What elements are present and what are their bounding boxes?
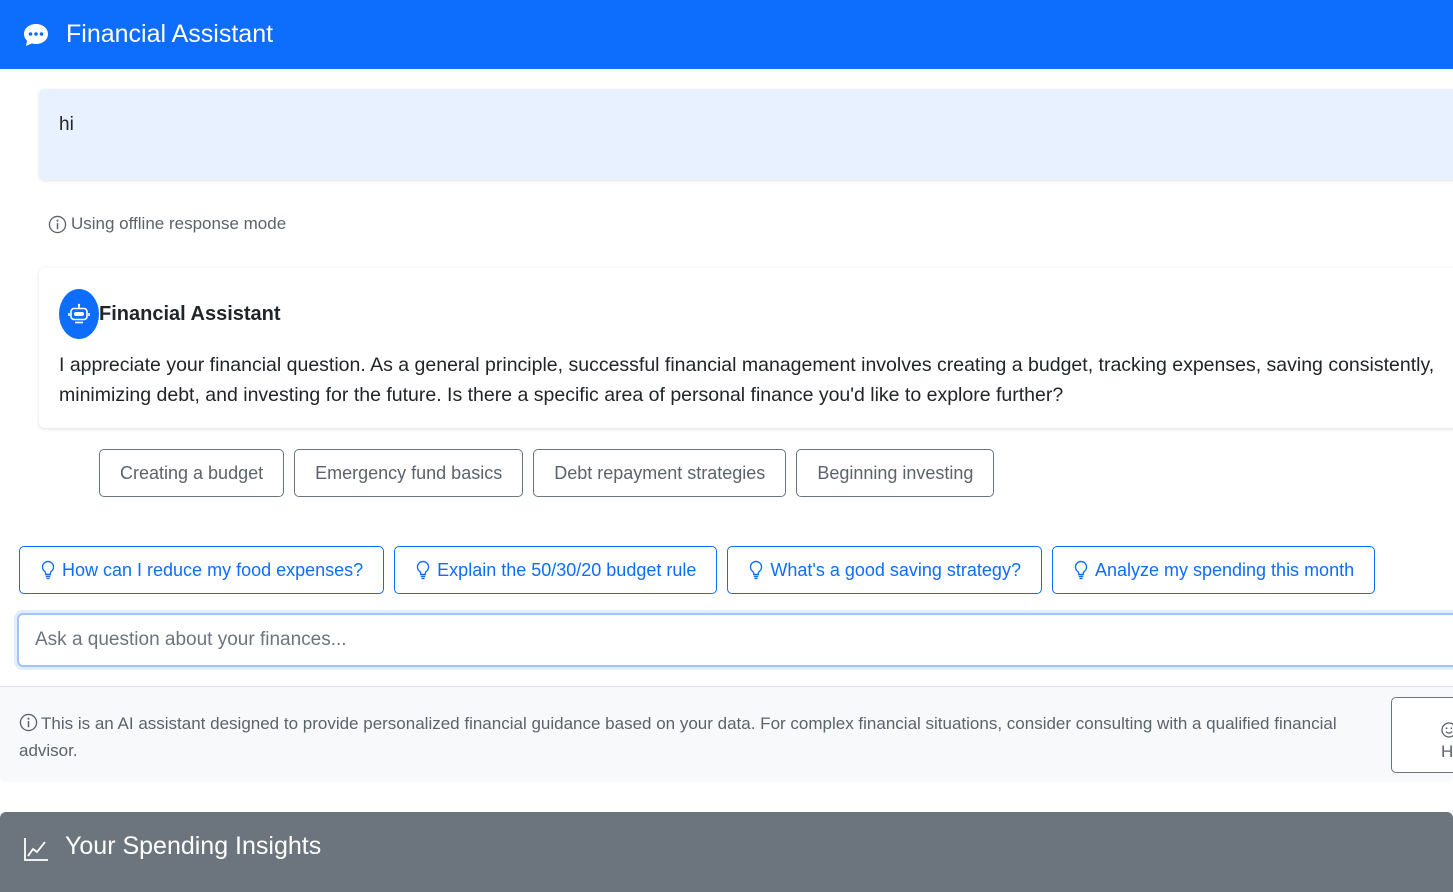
info-circle-icon [48,215,67,233]
lightbulb-icon [750,560,763,580]
info-circle-icon [19,713,38,732]
robot-icon [68,303,90,324]
help-button-label: H [1441,742,1453,761]
topic-button-beginning-investing[interactable]: Beginning investing [796,449,995,497]
assistant-message-text: I appreciate your financial question. As… [59,354,1435,406]
suggestion-buttons: How can I reduce my food expenses? Expla… [19,546,1376,594]
suggestion-button-analyze-spending[interactable]: Analyze my spending this month [1051,546,1376,594]
topic-buttons: Creating a budget Emergency fund basics … [99,449,995,497]
topic-button-creating-budget[interactable]: Creating a budget [99,449,285,497]
help-button[interactable]: H [1391,697,1453,773]
spending-insights-title: Your Spending Insights [65,832,322,860]
lightbulb-icon [416,560,430,580]
assistant-message: Financial Assistant I appreciate your fi… [39,268,1453,428]
suggestion-label: Analyze my spending this month [1094,559,1355,580]
suggestion-button-food-expenses[interactable]: How can I reduce my food expenses? [19,546,385,594]
disclaimer-text: This is an AI assistant designed to prov… [19,714,1337,760]
disclaimer: This is an AI assistant designed to prov… [19,710,1369,764]
footer: This is an AI assistant designed to prov… [0,686,1453,782]
lightbulb-icon [1074,560,1088,580]
topic-button-debt-repayment[interactable]: Debt repayment strategies [533,449,787,497]
notice-text: Using offline response mode [71,214,287,233]
graph-up-icon [24,838,48,861]
app-title: Financial Assistant [66,20,274,48]
chat-dots-icon [22,20,52,50]
emoji-smile-icon [1441,722,1453,738]
lightbulb-icon [41,560,55,580]
suggestion-label: How can I reduce my food expenses? [62,559,364,580]
suggestion-button-saving-strategy[interactable]: What's a good saving strategy? [727,546,1042,594]
topic-button-emergency-fund[interactable]: Emergency fund basics [294,449,524,497]
assistant-name: Financial Assistant [99,303,281,325]
user-message: hi [39,89,1453,180]
spending-insights-header: Your Spending Insights [0,812,1453,892]
suggestion-button-budget-rule[interactable]: Explain the 50/30/20 budget rule [394,546,718,594]
avatar [59,289,99,339]
app-header: Financial Assistant [0,0,1453,69]
offline-notice: Using offline response mode [48,214,286,234]
suggestion-label: Explain the 50/30/20 budget rule [437,559,697,580]
suggestion-label: What's a good saving strategy? [770,559,1021,580]
chat-input[interactable] [17,613,1453,667]
user-message-text: hi [59,114,74,135]
